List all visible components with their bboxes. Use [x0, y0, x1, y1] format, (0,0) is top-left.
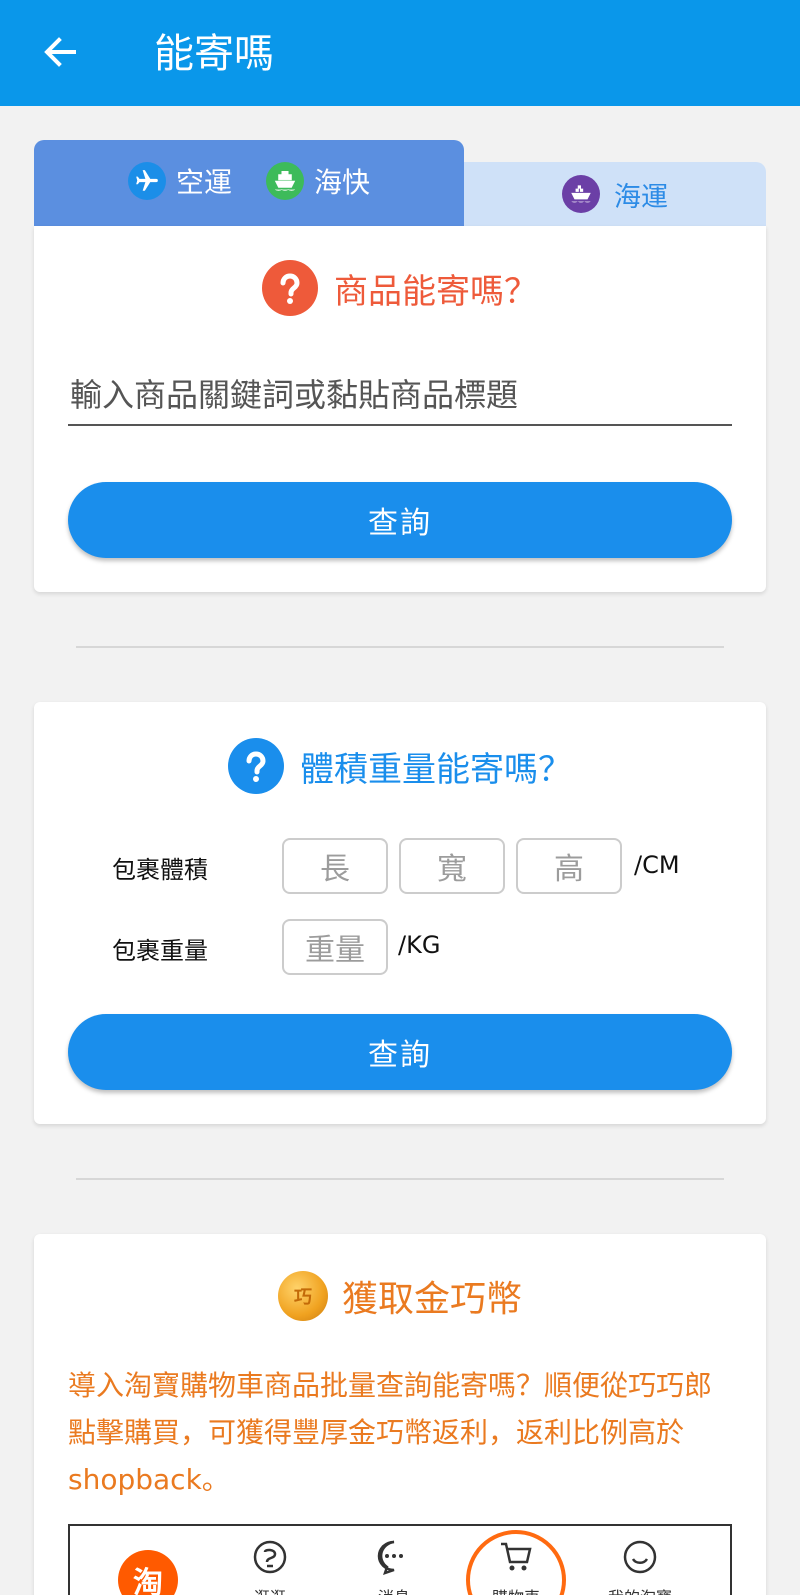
product-check-heading: 商品能寄嗎？ [34, 260, 766, 316]
airplane-icon [127, 162, 166, 200]
size-weight-card: 體積重量能寄嗎？ 包裹體積 長 寬 高 /CM 包裹重量 重量 /KG 查詢 [34, 702, 766, 1124]
product-query-button[interactable]: 查詢 [68, 482, 732, 558]
product-check-card: 商品能寄嗎？ 查詢 [34, 226, 766, 592]
message-icon [377, 1540, 403, 1575]
tab-item-air: 空運 [127, 161, 232, 201]
divider [76, 1178, 724, 1180]
weight-unit: /KG [398, 931, 441, 959]
coin-rewards-heading: 巧 獲取金巧幣 [34, 1270, 766, 1322]
tab-sea-freight-label: 海運 [614, 181, 668, 213]
question-icon [262, 260, 318, 316]
ship-icon [266, 162, 304, 200]
shipping-method-tabs: 空運 海快 海運 [34, 140, 766, 226]
divider [76, 646, 724, 648]
preview-nav-cart: 購物車 [466, 1530, 566, 1595]
taobao-nav-preview-image: 淘 逛逛 消息 購物車 我的淘寶 [68, 1524, 732, 1595]
size-query-button[interactable]: 查詢 [68, 1014, 732, 1090]
cargo-ship-icon [562, 175, 600, 213]
highlight-circle [466, 1530, 566, 1595]
volume-label: 包裹體積 [112, 856, 208, 884]
taobao-logo-icon: 淘 [118, 1550, 178, 1595]
size-weight-title: 體積重量能寄嗎？ [300, 749, 572, 790]
browse-icon [253, 1540, 287, 1574]
arrow-left-icon [44, 37, 76, 67]
width-input[interactable]: 寬 [399, 838, 505, 894]
tab-sea-express-label: 海快 [314, 166, 371, 199]
preview-nav-browse-label: 逛逛 [220, 1584, 320, 1595]
preview-nav-my-taobao-label: 我的淘寶 [590, 1584, 690, 1595]
product-keyword-input[interactable] [68, 366, 732, 426]
preview-nav-browse: 逛逛 [220, 1538, 320, 1595]
coin-rewards-title: 獲取金巧幣 [341, 1279, 522, 1320]
preview-nav-my-taobao: 我的淘寶 [590, 1538, 690, 1595]
volume-unit: /CM [634, 851, 680, 879]
tab-air-sea-express[interactable]: 空運 海快 [34, 140, 464, 226]
back-button[interactable] [36, 28, 84, 76]
product-check-title: 商品能寄嗎？ [334, 271, 538, 312]
weight-label: 包裹重量 [112, 937, 208, 965]
weight-input[interactable]: 重量 [282, 919, 388, 975]
tab-air-label: 空運 [175, 166, 232, 199]
size-weight-heading: 體積重量能寄嗎？ [34, 738, 766, 794]
preview-nav-messages: 消息 [344, 1538, 444, 1595]
tab-sea-freight[interactable]: 海運 [464, 162, 766, 226]
app-bar: 能寄嗎 [0, 0, 800, 106]
preview-nav-taobao: 淘 [98, 1538, 198, 1595]
height-input[interactable]: 高 [516, 838, 622, 894]
smile-icon [623, 1540, 657, 1574]
preview-nav-messages-label: 消息 [344, 1584, 444, 1595]
coin-rewards-card: 巧 獲取金巧幣 導入淘寶購物車商品批量查詢能寄嗎？順便從巧巧郎點擊購買，可獲得豐… [34, 1234, 766, 1595]
length-input[interactable]: 長 [282, 838, 388, 894]
question-icon [228, 738, 284, 794]
page-title: 能寄嗎 [154, 31, 274, 77]
tab-item-sea-express: 海快 [266, 161, 370, 201]
coin-rewards-description: 導入淘寶購物車商品批量查詢能寄嗎？順便從巧巧郎點擊購買，可獲得豐厚金巧幣返利，返… [68, 1369, 713, 1496]
gold-coin-icon: 巧 [277, 1271, 328, 1321]
